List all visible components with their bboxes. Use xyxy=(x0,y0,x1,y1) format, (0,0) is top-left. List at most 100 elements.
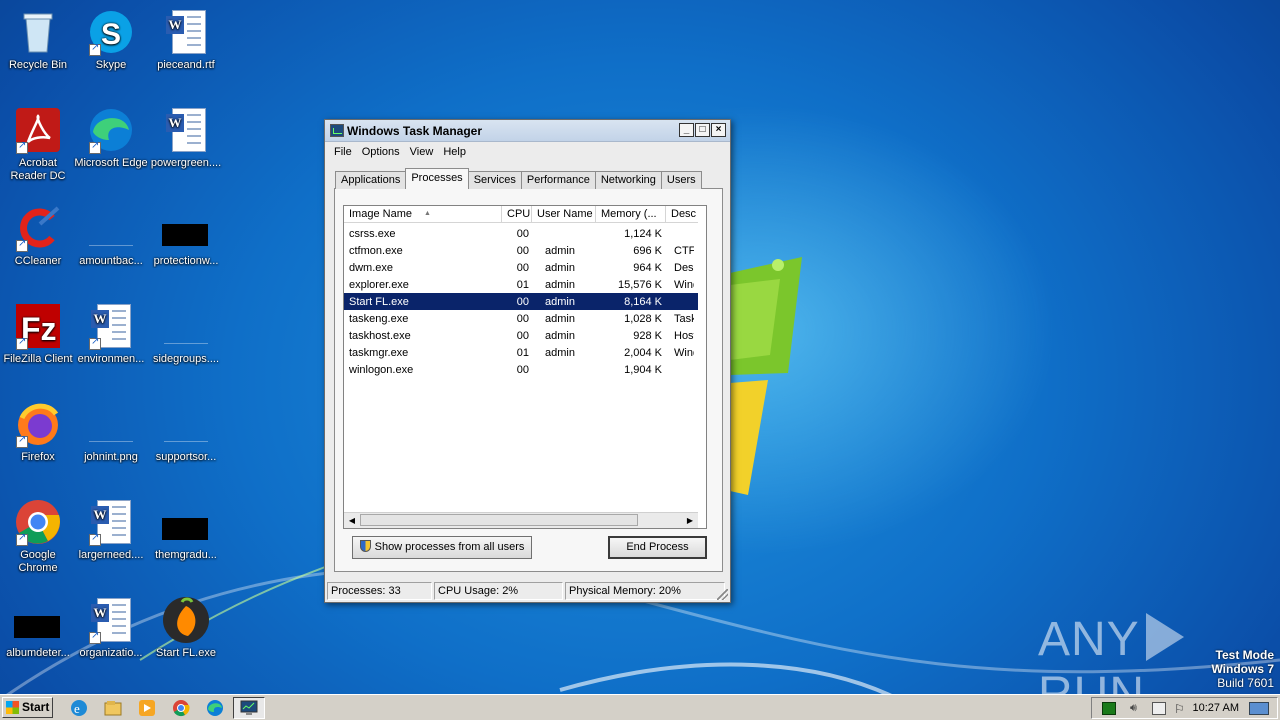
desktop-icon-recycle-bin[interactable]: Recycle Bin xyxy=(0,8,76,72)
desktop-icon-protectionw[interactable]: protectionw... xyxy=(148,204,224,268)
desktop-icon-firefox[interactable]: Firefox xyxy=(0,400,76,464)
process-cpu: 00 xyxy=(516,329,529,342)
show-desktop-icon[interactable] xyxy=(1249,702,1269,715)
desktop-icon-johnint[interactable]: johnint.png xyxy=(73,400,149,464)
desktop-icon-acrobat[interactable]: Acrobat Reader DC xyxy=(0,106,76,183)
desktop-icon-filezilla[interactable]: Fz FileZilla Client xyxy=(0,302,76,366)
chrome-taskbar-icon[interactable] xyxy=(171,698,191,718)
end-process-button[interactable]: End Process xyxy=(608,536,707,559)
network-icon[interactable] xyxy=(1152,702,1166,715)
desktop-icon-organizatio[interactable]: W organizatio... xyxy=(73,596,149,660)
desktop-icon-pieceand[interactable]: W pieceand.rtf xyxy=(148,8,224,72)
tab-performance[interactable]: Performance xyxy=(520,171,596,189)
desktop-icon-albumdeter[interactable]: albumdeter... xyxy=(0,596,76,660)
column-cpu[interactable]: CPU xyxy=(502,206,532,222)
menu-view[interactable]: View xyxy=(405,146,439,158)
tab-users[interactable]: Users xyxy=(660,171,702,189)
table-row[interactable]: taskmgr.exe 01 admin 2,004 K Wind xyxy=(344,344,698,361)
column-image-name[interactable]: Image Name ▲ xyxy=(344,206,502,222)
action-center-flag-icon[interactable]: ⚐ xyxy=(1174,702,1188,716)
taskbar-task-manager-button[interactable] xyxy=(233,697,265,719)
title-bar[interactable]: Windows Task Manager _ □ × xyxy=(325,120,730,142)
desktop-icon-sidegroups[interactable]: sidegroups.... xyxy=(148,302,224,366)
close-button[interactable]: × xyxy=(711,123,726,137)
file-thumbnail-icon xyxy=(162,302,210,350)
acrobat-reader-icon xyxy=(14,106,62,154)
play-icon xyxy=(1145,613,1184,661)
table-row[interactable]: dwm.exe 00 admin 964 K Desk xyxy=(344,259,698,276)
desktop-icon-label: albumdeter... xyxy=(6,647,70,659)
table-row[interactable]: Start FL.exe 00 admin 8,164 K xyxy=(344,293,698,310)
process-list[interactable]: Image Name ▲ CPU User Name Memory (... De… xyxy=(343,205,707,529)
menu-help[interactable]: Help xyxy=(438,146,471,158)
clock[interactable]: 10:27 AM xyxy=(1193,702,1239,714)
desktop-icon-powergreen[interactable]: W powergreen.... xyxy=(148,106,224,170)
recycle-bin-icon xyxy=(14,8,62,56)
tab-services[interactable]: Services xyxy=(467,171,522,189)
process-user: admin xyxy=(545,278,575,291)
desktop-icon-label: powergreen.... xyxy=(150,157,222,169)
edge-taskbar-icon[interactable] xyxy=(205,698,225,718)
scrollbar-thumb[interactable] xyxy=(360,514,638,526)
menu-file[interactable]: File xyxy=(329,146,357,158)
column-description[interactable]: Desc xyxy=(666,206,698,222)
desktop-icon-skype[interactable]: S Skype xyxy=(73,8,149,72)
desktop-icon-themgradu[interactable]: themgradu... xyxy=(148,498,224,562)
process-description: Wind xyxy=(674,278,694,291)
table-row[interactable]: taskhost.exe 00 admin 928 K Host xyxy=(344,327,698,344)
tab-networking[interactable]: Networking xyxy=(594,171,662,189)
shortcut-arrow-icon xyxy=(16,336,28,350)
show-all-users-button[interactable]: Show processes from all users xyxy=(352,536,532,559)
window-title: Windows Task Manager xyxy=(347,124,483,138)
word-document-icon: W xyxy=(162,8,210,56)
internet-explorer-icon[interactable]: e xyxy=(69,698,89,718)
table-row[interactable]: ctfmon.exe 00 admin 696 K CTF L xyxy=(344,242,698,259)
desktop-icon-ccleaner[interactable]: CCleaner xyxy=(0,204,76,268)
desktop-icon-start-fl[interactable]: Start FL.exe xyxy=(148,596,224,660)
desktop-icon-supportsor[interactable]: supportsor... xyxy=(148,400,224,464)
desktop-icon-environmen[interactable]: W environmen... xyxy=(73,302,149,366)
status-physical-memory: Physical Memory: 20% xyxy=(565,582,725,600)
process-memory: 2,004 K xyxy=(624,346,662,359)
shortcut-arrow-icon xyxy=(89,42,101,56)
maximize-button[interactable]: □ xyxy=(695,123,710,137)
media-player-icon[interactable] xyxy=(137,698,157,718)
column-user-name[interactable]: User Name xyxy=(532,206,596,222)
column-memory[interactable]: Memory (... xyxy=(596,206,666,222)
process-name: winlogon.exe xyxy=(349,363,414,376)
scroll-left-icon[interactable]: ◀ xyxy=(345,514,359,527)
tab-processes[interactable]: Processes xyxy=(405,168,469,189)
desktop-icon-edge[interactable]: Microsoft Edge xyxy=(73,106,149,170)
tray-status-icon[interactable] xyxy=(1102,702,1116,715)
menu-options[interactable]: Options xyxy=(357,146,405,158)
desktop-icon-chrome[interactable]: Google Chrome xyxy=(0,498,76,575)
table-row[interactable]: explorer.exe 01 admin 15,576 K Wind xyxy=(344,276,698,293)
process-name: ctfmon.exe xyxy=(349,244,403,257)
process-user: admin xyxy=(545,329,575,342)
process-user: admin xyxy=(545,244,575,257)
desktop-icon-largerneed[interactable]: W largerneed.... xyxy=(73,498,149,562)
desktop-icon-amountbac[interactable]: amountbac... xyxy=(73,204,149,268)
process-user: admin xyxy=(545,346,575,359)
horizontal-scrollbar[interactable]: ◀ ▶ xyxy=(344,512,698,528)
explorer-folder-icon[interactable] xyxy=(103,698,123,718)
shortcut-arrow-icon xyxy=(89,532,101,546)
scroll-right-icon[interactable]: ▶ xyxy=(683,514,697,527)
resize-grip[interactable] xyxy=(717,589,728,600)
word-document-icon: W xyxy=(162,106,210,154)
process-memory: 696 K xyxy=(633,244,662,257)
process-name: dwm.exe xyxy=(349,261,394,274)
minimize-button[interactable]: _ xyxy=(679,123,694,137)
svg-text:e: e xyxy=(74,701,80,716)
start-button[interactable]: Start xyxy=(2,697,53,718)
desktop-icon-label: Acrobat Reader DC xyxy=(10,157,66,182)
volume-icon[interactable]: 🔊︎ xyxy=(1130,702,1144,715)
taskbar: Start e 🔊︎ ⚐ 10:27 AM xyxy=(0,694,1280,720)
table-row[interactable]: csrss.exe 00 1,124 K xyxy=(344,225,698,242)
desktop-icon-label: protectionw... xyxy=(153,255,219,267)
table-row[interactable]: taskeng.exe 00 admin 1,028 K Task xyxy=(344,310,698,327)
tab-applications[interactable]: Applications xyxy=(335,171,407,189)
task-manager-window[interactable]: Windows Task Manager _ □ × File Options … xyxy=(324,119,731,603)
table-row[interactable]: winlogon.exe 00 1,904 K xyxy=(344,361,698,378)
test-mode-notice: Test Mode Windows 7 Build 7601 xyxy=(1211,648,1274,690)
